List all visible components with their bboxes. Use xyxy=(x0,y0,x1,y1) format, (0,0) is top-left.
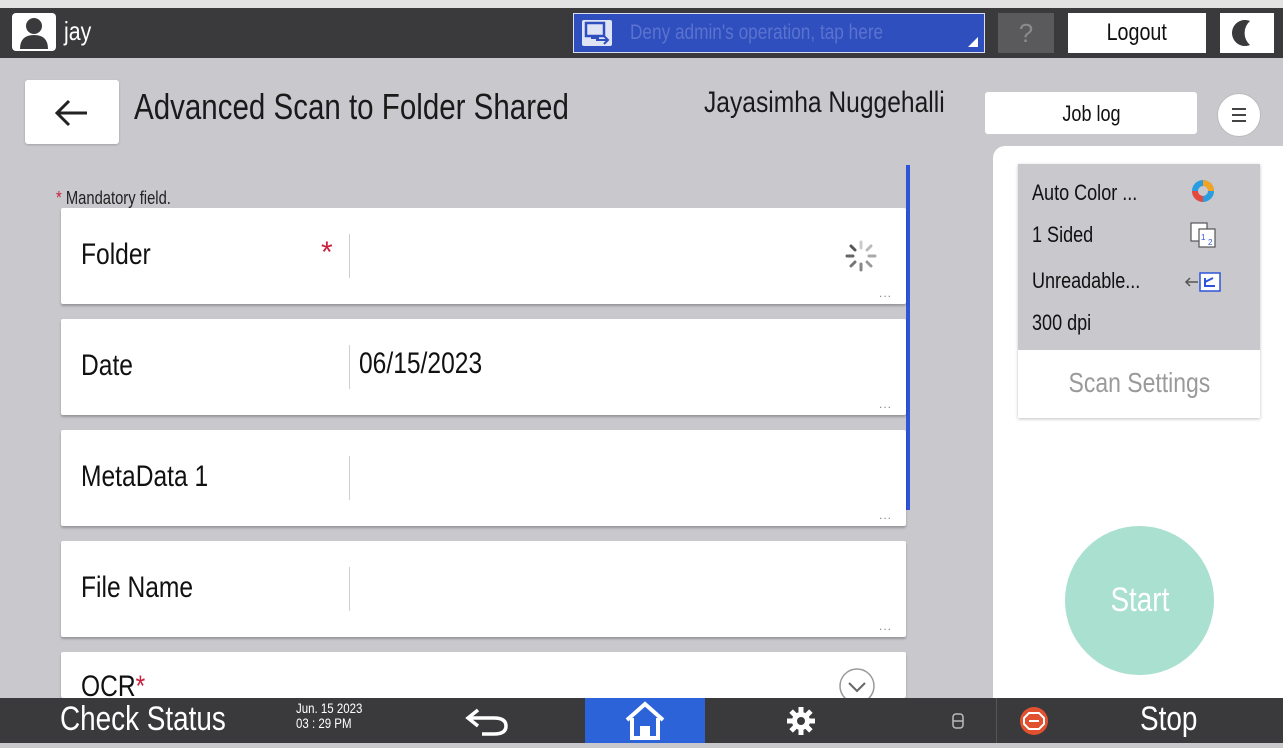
folder-field[interactable]: Folder * ... xyxy=(61,208,906,304)
date-display: Jun. 15 2023 xyxy=(296,700,363,716)
logout-button[interactable]: Logout xyxy=(1068,13,1206,53)
file-name-field[interactable]: File Name ... xyxy=(61,541,906,637)
file-name-label: File Name xyxy=(81,571,194,604)
start-label: Start xyxy=(1110,581,1169,619)
loading-spinner-icon xyxy=(843,238,879,279)
resolution-setting: 300 dpi xyxy=(1032,310,1092,335)
date-value: 06/15/2023 xyxy=(359,347,483,380)
svg-text:2: 2 xyxy=(1208,238,1213,247)
deny-admin-operation-button[interactable]: Deny admin's operation, tap here xyxy=(573,13,985,53)
field-more-dots: ... xyxy=(878,397,892,411)
home-icon xyxy=(625,701,665,740)
sided-setting: 1 Sided xyxy=(1032,222,1094,247)
date-field[interactable]: Date 06/15/2023 ... xyxy=(61,319,906,415)
color-mode-icon xyxy=(1188,176,1218,211)
form-scrollbar[interactable] xyxy=(906,165,910,510)
required-star: * xyxy=(56,188,62,208)
scan-settings-button[interactable]: Scan Settings xyxy=(1018,350,1260,416)
metadata-1-label: MetaData 1 xyxy=(81,460,209,493)
logged-in-user-name: Jayasimha Nuggehalli xyxy=(704,86,945,119)
bottom-bar: Check Status Jun. 15 2023 03 : 29 PM Sto… xyxy=(0,698,1283,743)
page-title: Advanced Scan to Folder Shared xyxy=(134,86,569,127)
orientation-setting: Unreadable... xyxy=(1032,268,1141,293)
field-separator xyxy=(349,345,350,389)
original-orientation-icon xyxy=(1184,268,1224,301)
chevron-down-icon[interactable] xyxy=(837,666,877,698)
mandatory-field-note: * Mandatory field. xyxy=(56,188,171,209)
field-more-dots: ... xyxy=(878,619,892,633)
scan-settings-summary: Auto Color ... 1 Sided 1 2 Unreadable... xyxy=(1018,164,1260,350)
color-setting: Auto Color ... xyxy=(1032,180,1138,205)
scan-settings-label: Scan Settings xyxy=(1068,367,1210,398)
job-log-button[interactable]: Job log xyxy=(985,92,1197,134)
ocr-required-star: * xyxy=(135,670,146,698)
top-bar: jay Deny admin's operation, tap here ? L… xyxy=(0,0,1283,58)
deny-admin-operation-label: Deny admin's operation, tap here xyxy=(630,21,884,44)
scan-settings-panel[interactable]: Auto Color ... 1 Sided 1 2 Unreadable... xyxy=(1018,164,1260,418)
date-label: Date xyxy=(81,349,133,382)
mandatory-field-text: Mandatory field. xyxy=(65,188,171,208)
folder-label: Folder xyxy=(81,238,151,271)
notice-corner-indicator xyxy=(968,37,978,47)
user-icon[interactable] xyxy=(12,13,56,51)
back-arrow-icon xyxy=(54,99,87,127)
stop-label: Stop xyxy=(1140,700,1198,738)
field-separator xyxy=(349,456,350,500)
memory-icon xyxy=(949,712,967,735)
duplex-icon: 1 2 xyxy=(1188,220,1218,255)
hamburger-menu-icon[interactable] xyxy=(1217,93,1261,137)
back-button[interactable] xyxy=(25,80,119,144)
folder-required-star: * xyxy=(321,236,333,269)
start-button[interactable]: Start xyxy=(1065,526,1214,675)
time-display: 03 : 29 PM xyxy=(296,715,352,731)
ocr-field[interactable]: OCR* xyxy=(61,652,906,698)
svg-text:1: 1 xyxy=(1201,233,1206,242)
user-name[interactable]: jay xyxy=(64,16,91,47)
remote-panel-icon xyxy=(582,20,612,46)
ocr-label-text: OCR xyxy=(81,670,136,698)
stop-icon xyxy=(1020,707,1048,735)
logout-label: Logout xyxy=(1106,19,1168,46)
field-separator xyxy=(349,234,350,278)
night-mode-icon[interactable] xyxy=(1220,13,1274,53)
undo-icon[interactable] xyxy=(462,704,512,743)
field-more-dots: ... xyxy=(878,286,892,300)
job-log-label: Job log xyxy=(1061,101,1121,126)
home-button[interactable] xyxy=(585,698,705,743)
metadata-1-field[interactable]: MetaData 1 ... xyxy=(61,430,906,526)
gear-icon[interactable] xyxy=(786,706,816,741)
date-time-display: Jun. 15 2023 03 : 29 PM xyxy=(296,701,362,731)
help-button[interactable]: ? xyxy=(998,13,1054,53)
field-more-dots: ... xyxy=(878,508,892,522)
field-separator xyxy=(349,567,350,611)
ocr-label: OCR* xyxy=(81,670,145,698)
check-status-button[interactable]: Check Status xyxy=(60,700,226,739)
